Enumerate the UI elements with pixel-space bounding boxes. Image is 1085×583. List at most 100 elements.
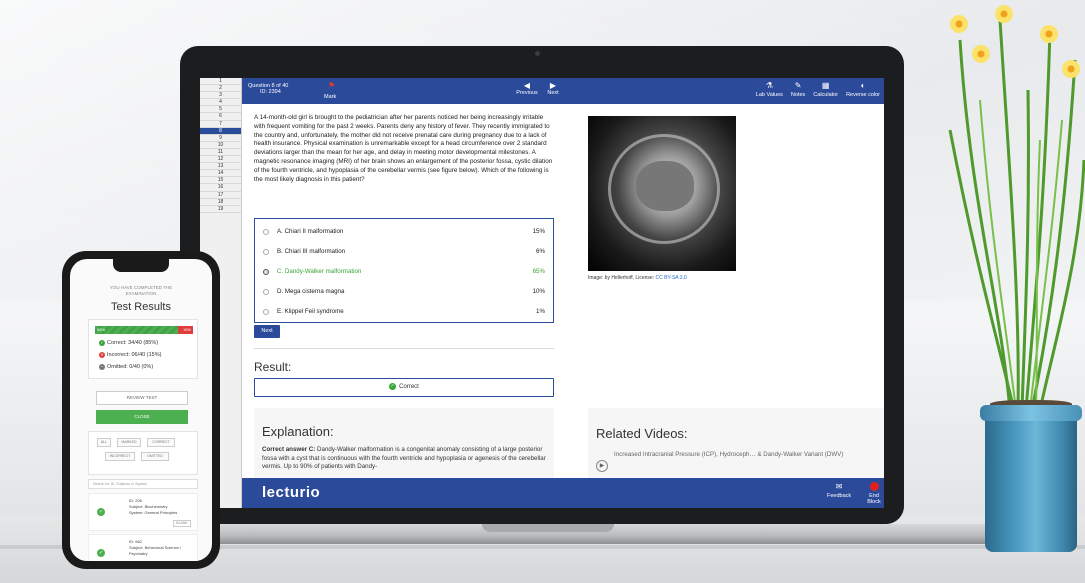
flask-icon: ⚗ (765, 81, 773, 90)
explanation-heading: Explanation: (262, 424, 334, 439)
question-number-item[interactable]: 5 (200, 106, 241, 114)
flower (972, 45, 990, 63)
question-id: ID: 2394 (260, 89, 281, 95)
question-number-item[interactable]: 17 (200, 192, 241, 199)
previous-button[interactable]: Previous (514, 90, 540, 96)
notes-label: Notes (790, 92, 806, 98)
question-number-item[interactable]: 8 (200, 127, 241, 135)
next-arrow-icon[interactable]: ▶ (540, 81, 566, 90)
check-icon: ✓ (389, 382, 397, 390)
result-status-box: ✓ Correct (254, 378, 554, 397)
incorrect-x-icon: ✕ (99, 352, 105, 358)
answer-percentage: 6% (536, 248, 545, 255)
divider (254, 348, 554, 349)
answer-option[interactable]: A. Chiari II malformation 15% (255, 223, 553, 241)
answer-option[interactable]: E. Klippel Feil syndrome 1% (255, 303, 553, 321)
answer-label: B. Chiari III malformation (277, 248, 346, 255)
question-number-item[interactable]: 19 (200, 206, 241, 213)
contrast-icon: ◐ (860, 81, 866, 90)
filter-marked[interactable]: MARKED (117, 438, 141, 447)
license-link[interactable]: CC BY-SA 3.0 (655, 275, 686, 281)
item-system: System: General Principles (129, 510, 178, 515)
play-icon[interactable]: ▶ (596, 460, 608, 472)
notes-button[interactable]: ✎ Notes (791, 81, 805, 98)
review-test-button[interactable]: REVIEW TEST (96, 391, 188, 405)
smartphone: YOU HAVE COMPLETED THE EXAMINATION Test … (62, 251, 220, 569)
list-item[interactable]: ✓ ID: 206 Subject: Biochemistry System: … (88, 493, 198, 531)
flower (1040, 25, 1058, 43)
question-number-item[interactable]: 2 (200, 85, 241, 93)
answer-label: D. Mega cisterna magna (277, 288, 345, 295)
question-number-item[interactable]: 14 (200, 170, 241, 178)
radio-icon[interactable] (263, 249, 269, 255)
previous-arrow-icon[interactable]: ◀ (514, 81, 540, 90)
tools-group: ⚗ Lab Values ✎ Notes ▦ Calculator ◐ Reverse … (756, 81, 880, 98)
answer-label: C. Dandy-Walker malformation (277, 268, 362, 275)
laptop-screen: 1 2 3 4 5 6 7 8 9 10 11 12 13 14 15 16 17 18 19 Question 8… (200, 78, 884, 508)
item-status-badge: BLANK (173, 520, 191, 527)
end-block-button[interactable]: End Block (864, 482, 884, 505)
answer-percentage: 15% (532, 228, 545, 235)
flower (995, 5, 1013, 23)
question-number-item[interactable]: 6 (200, 113, 241, 121)
stat-correct-label: Correct: 34/40 (85%) (107, 340, 159, 346)
question-number-item[interactable]: 10 (200, 142, 241, 149)
result-heading: Result: (254, 360, 292, 374)
stop-icon (869, 482, 879, 491)
question-number-item[interactable]: 12 (200, 156, 241, 164)
phone-notch (113, 259, 169, 272)
answer-option[interactable]: D. Mega cisterna magna 10% (255, 283, 553, 301)
question-navigation: ◀ ▶ Previous Next (510, 81, 570, 96)
question-number-item[interactable]: 16 (200, 184, 241, 192)
notes-icon: ✎ (794, 81, 802, 90)
score-bar-fill (95, 326, 179, 334)
completed-message: YOU HAVE COMPLETED THE EXAMINATION (70, 285, 212, 297)
lab-values-label: Lab Values (755, 92, 783, 98)
answer-option[interactable]: C. Dandy-Walker malformation 65% (255, 263, 553, 281)
radio-selected-icon[interactable] (263, 269, 269, 275)
lab-values-button[interactable]: ⚗ Lab Values (756, 81, 783, 98)
reverse-color-button[interactable]: ◐ Reverse color (846, 81, 880, 98)
score-bar-correct-label: 85% (97, 327, 106, 332)
calculator-button[interactable]: ▦ Calculator (813, 81, 838, 98)
filter-incorrect[interactable]: INCORRECT (105, 452, 135, 461)
radio-icon[interactable] (263, 309, 269, 315)
score-bar: 85% 15% (95, 326, 193, 334)
flag-icon[interactable]: ⚑ (328, 81, 335, 90)
search-input[interactable]: Search for ID, Subjects or System (88, 479, 198, 489)
radio-icon[interactable] (263, 289, 269, 295)
question-number-item[interactable]: 4 (200, 99, 241, 107)
question-number-item[interactable]: 13 (200, 163, 241, 171)
stat-omitted: − Omitted: 0/40 (0%) (99, 364, 153, 370)
radio-icon[interactable] (263, 229, 269, 235)
next-button[interactable]: Next (254, 325, 280, 338)
question-number-item[interactable]: 3 (200, 92, 241, 100)
question-number-item[interactable]: 9 (200, 135, 241, 142)
related-videos-heading: Related Videos: (596, 426, 688, 441)
feedback-label: Feedback (827, 493, 852, 499)
laptop-base-notch (482, 524, 614, 532)
lecturio-logo: lecturio (262, 484, 321, 501)
question-number-item[interactable]: 15 (200, 177, 241, 185)
filter-omitted[interactable]: OMITTED (141, 452, 169, 461)
next-nav-button[interactable]: Next (540, 90, 566, 96)
calculator-icon: ▦ (821, 81, 830, 90)
question-number-item[interactable]: 11 (200, 149, 241, 157)
result-status: Correct (399, 384, 419, 390)
flower (1062, 60, 1080, 78)
related-video-title[interactable]: Increased Intracranial Pressure (ICP), H… (614, 450, 884, 459)
list-item[interactable]: ✓ ID: 962 Subject: Behavioral Science / … (88, 534, 198, 561)
question-number-item[interactable]: 1 (200, 78, 241, 86)
close-button[interactable]: CLOSE (96, 410, 188, 424)
filter-correct[interactable]: CORRECT (147, 438, 175, 447)
list-item-details: ID: 206 Subject: Biochemistry System: Ge… (129, 498, 177, 516)
image-caption: Image: by Hellerhoff, License: CC BY-SA … (588, 275, 687, 281)
bottom-bar: lecturio ✉ Feedback End Block (242, 478, 884, 508)
answer-option[interactable]: B. Chiari III malformation 6% (255, 243, 553, 261)
question-number-item[interactable]: 18 (200, 199, 241, 206)
filter-all[interactable]: ALL (97, 438, 111, 447)
question-number-item[interactable]: 7 (200, 121, 241, 128)
feedback-button[interactable]: ✉ Feedback (827, 482, 851, 499)
flower-pot (985, 410, 1077, 552)
mark-button[interactable]: Mark (324, 94, 336, 100)
